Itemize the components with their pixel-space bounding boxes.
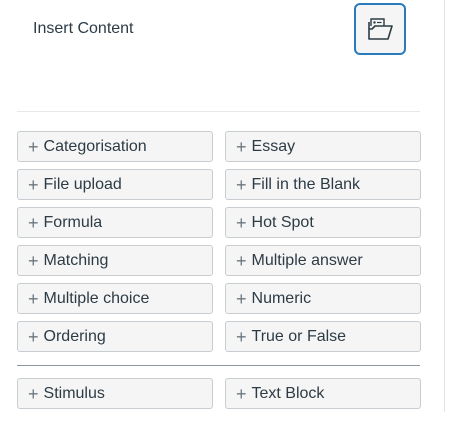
add-multiple-answer-button[interactable]: + Multiple answer bbox=[225, 245, 421, 276]
plus-icon: + bbox=[28, 136, 39, 157]
add-hot-spot-button[interactable]: + Hot Spot bbox=[225, 207, 421, 238]
plus-icon: + bbox=[236, 288, 247, 309]
header-divider bbox=[17, 111, 420, 112]
add-multiple-choice-button[interactable]: + Multiple choice bbox=[17, 283, 213, 314]
plus-icon: + bbox=[28, 174, 39, 195]
button-label: File upload bbox=[43, 175, 122, 193]
insert-content-panel: Insert Content + Categorisation + Essay + F… bbox=[0, 0, 445, 429]
button-label: Formula bbox=[43, 213, 103, 231]
button-label: Fill in the Blank bbox=[251, 175, 361, 193]
button-label: Stimulus bbox=[43, 384, 105, 402]
plus-icon: + bbox=[236, 326, 247, 347]
add-categorisation-button[interactable]: + Categorisation bbox=[17, 131, 213, 162]
content-block-grid: + Stimulus + Text Block bbox=[17, 378, 421, 409]
button-label: Ordering bbox=[43, 327, 106, 345]
plus-icon: + bbox=[28, 212, 39, 233]
plus-icon: + bbox=[28, 326, 39, 347]
panel-edge bbox=[444, 0, 445, 412]
button-label: Multiple choice bbox=[43, 289, 150, 307]
add-true-or-false-button[interactable]: + True or False bbox=[225, 321, 421, 352]
add-formula-button[interactable]: + Formula bbox=[17, 207, 213, 238]
plus-icon: + bbox=[236, 136, 247, 157]
folder-icon bbox=[368, 18, 393, 40]
add-file-upload-button[interactable]: + File upload bbox=[17, 169, 213, 200]
add-numeric-button[interactable]: + Numeric bbox=[225, 283, 421, 314]
add-matching-button[interactable]: + Matching bbox=[17, 245, 213, 276]
plus-icon: + bbox=[28, 250, 39, 271]
button-label: Hot Spot bbox=[251, 213, 314, 231]
add-essay-button[interactable]: + Essay bbox=[225, 131, 421, 162]
plus-icon: + bbox=[28, 383, 39, 404]
add-stimulus-button[interactable]: + Stimulus bbox=[17, 378, 213, 409]
add-ordering-button[interactable]: + Ordering bbox=[17, 321, 213, 352]
plus-icon: + bbox=[236, 174, 247, 195]
button-label: Text Block bbox=[251, 384, 325, 402]
plus-icon: + bbox=[28, 288, 39, 309]
button-label: Multiple answer bbox=[251, 251, 363, 269]
bottom-strip bbox=[0, 412, 450, 429]
plus-icon: + bbox=[236, 383, 247, 404]
panel-title: Insert Content bbox=[33, 20, 134, 37]
plus-icon: + bbox=[236, 212, 247, 233]
section-divider bbox=[17, 365, 420, 366]
button-label: Matching bbox=[43, 251, 109, 269]
add-text-block-button[interactable]: + Text Block bbox=[225, 378, 421, 409]
button-label: Essay bbox=[251, 137, 296, 155]
item-bank-button[interactable] bbox=[354, 3, 406, 55]
plus-icon: + bbox=[236, 250, 247, 271]
question-type-grid: + Categorisation + Essay + File upload + Fil… bbox=[17, 131, 421, 352]
add-fill-in-the-blank-button[interactable]: + Fill in the Blank bbox=[225, 169, 421, 200]
button-label: Categorisation bbox=[43, 137, 147, 155]
button-label: True or False bbox=[251, 327, 347, 345]
button-label: Numeric bbox=[251, 289, 312, 307]
